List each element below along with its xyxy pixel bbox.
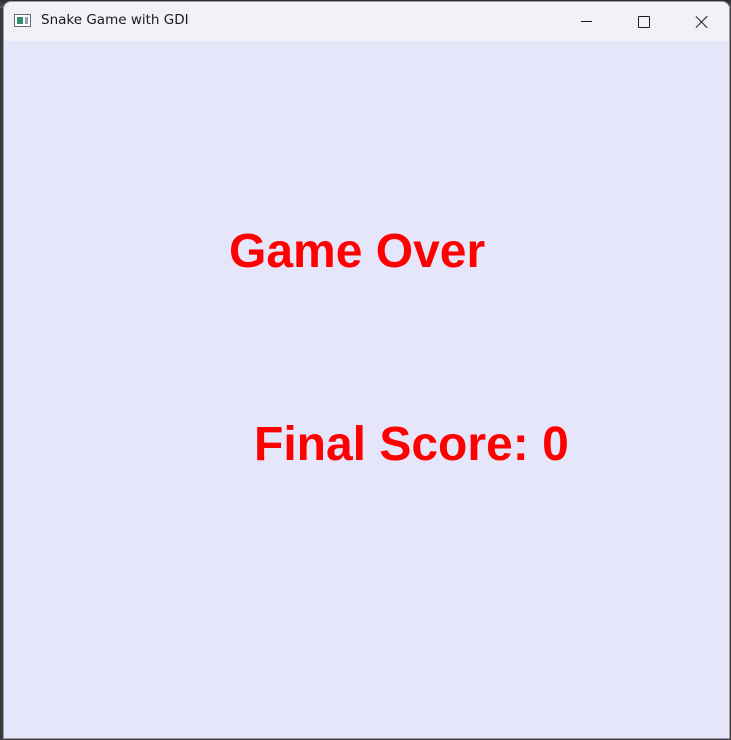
maximize-button[interactable]	[615, 2, 673, 41]
close-icon	[695, 15, 709, 29]
game-over-text: Game Over	[229, 225, 486, 278]
window-title: Snake Game with GDI	[41, 12, 189, 28]
maximize-icon	[638, 15, 650, 28]
game-canvas[interactable]: Game Over Final Score: 0	[4, 41, 729, 738]
final-score-text: Final Score: 0	[254, 421, 569, 469]
close-button[interactable]	[673, 2, 729, 41]
final-score-label: Final Score:	[254, 418, 529, 471]
final-score-value: 0	[542, 418, 569, 471]
minimize-icon	[580, 21, 592, 22]
window-app-icon[interactable]	[14, 14, 31, 27]
minimize-button[interactable]	[557, 2, 615, 41]
title-bar[interactable]: Snake Game with GDI	[4, 2, 729, 41]
game-window: Snake Game with GDI Game Over Final Scor…	[3, 1, 730, 739]
